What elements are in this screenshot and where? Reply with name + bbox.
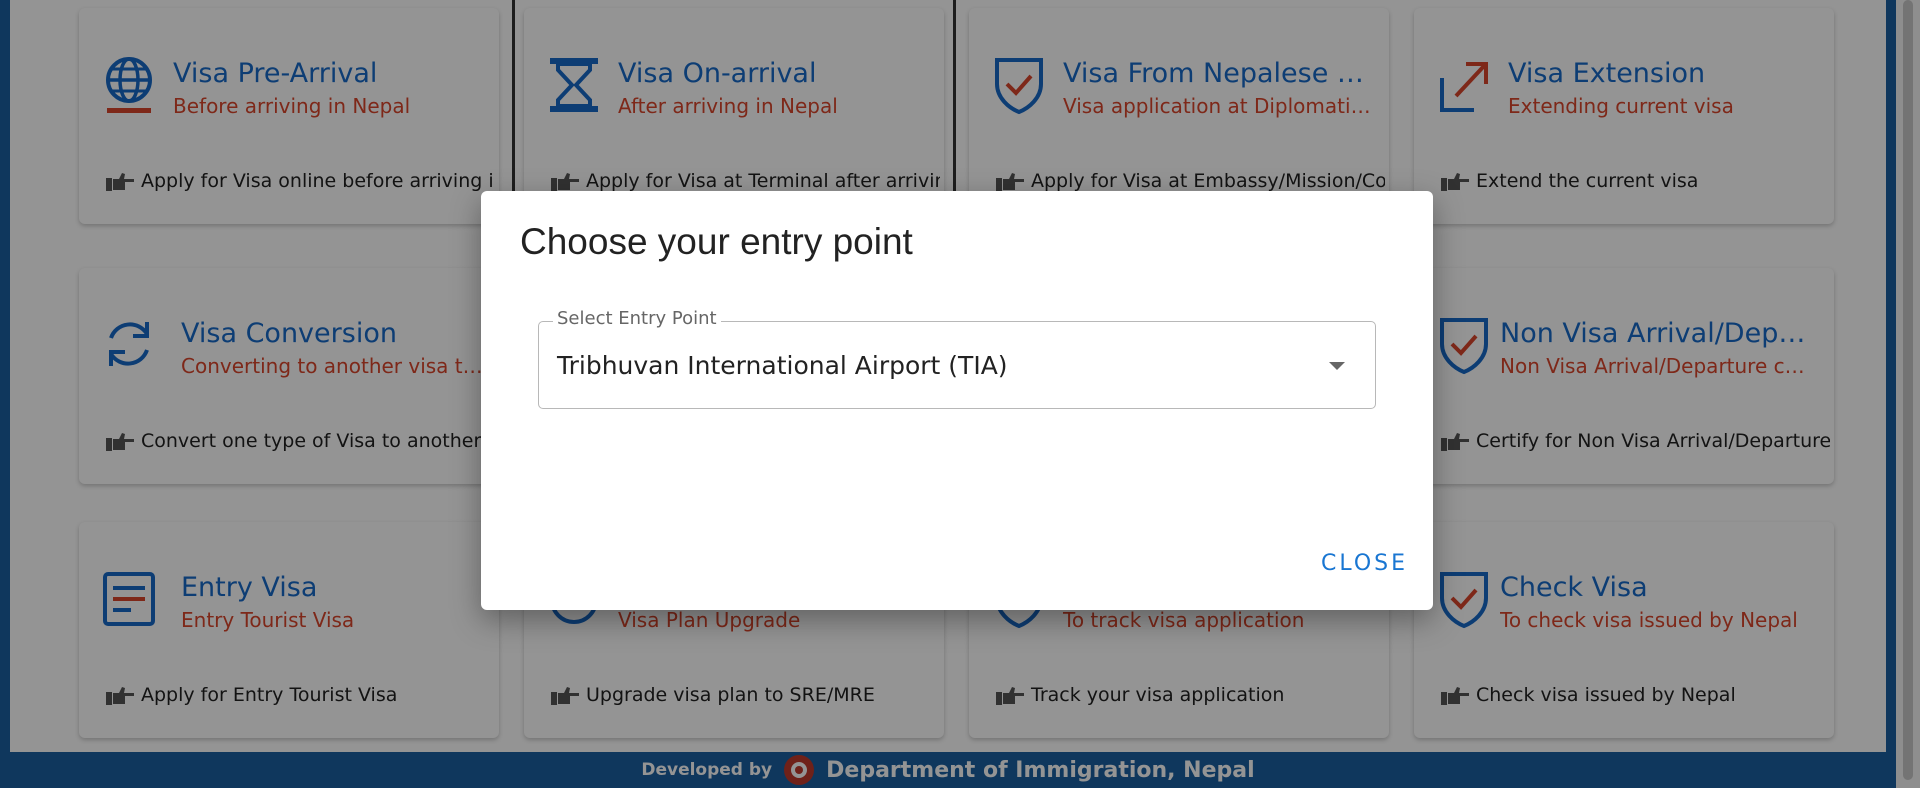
dialog-title: Choose your entry point: [520, 221, 913, 262]
dropdown-arrow-icon[interactable]: [1329, 362, 1345, 370]
entry-point-select[interactable]: Select Entry Point Tribhuvan Internation…: [538, 308, 1376, 409]
entry-point-dialog: Choose your entry point Select Entry Poi…: [481, 191, 1433, 610]
close-button[interactable]: CLOSE: [1321, 551, 1408, 576]
select-label: Select Entry Point: [553, 308, 721, 329]
page: Visa Pre-Arrival Before arriving in Nepa…: [0, 0, 1920, 788]
select-value: Tribhuvan International Airport (TIA): [557, 351, 1008, 380]
